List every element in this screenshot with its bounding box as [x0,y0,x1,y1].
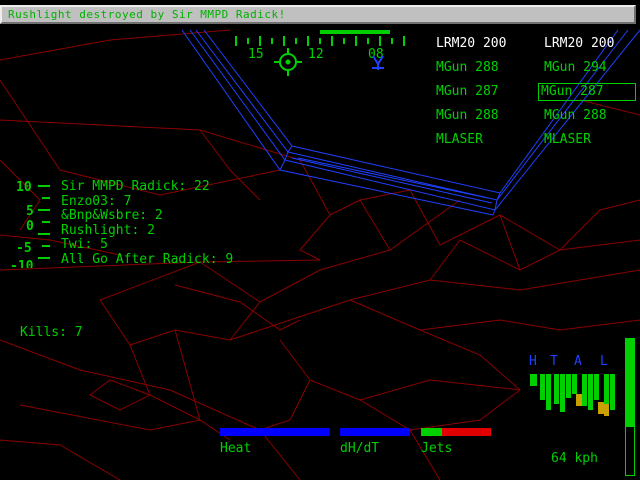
game-screen[interactable]: { "message_bar": {"text": "Rushlight des… [0,0,640,480]
damage-label-l: L [600,354,608,369]
scoreboard-entry: Twi: 5 [61,237,108,252]
weapon-right-4: MLASER [544,132,591,147]
throttle-gauge [625,338,635,476]
compass-label-15: 15 [248,47,264,62]
compass-heading-bar [320,30,390,34]
heat-label: Heat [220,441,252,456]
kills-counter: Kills: 7 [20,325,83,340]
weapon-left-0: LRM20 200 [436,36,507,51]
weapon-right-0: LRM20 200 [544,36,615,51]
damage-label-h: H [529,354,537,369]
pitch-label-5: 5 [26,204,34,219]
weapon-right-1: MGun 294 [544,60,607,75]
jets-fill [421,428,442,436]
dhdt-bar [340,428,410,436]
compass-strip: 15 12 08 [235,30,405,76]
throttle-fill [626,339,634,427]
weapon-left-4: MLASER [436,132,483,147]
pitch-label-0: 0 [26,219,34,234]
reticle-icon [274,48,302,76]
kill-message: Rushlight destroyed by Sir MMPD Radick! [8,8,286,21]
scoreboard-entry: Sir MMPD Radick: 22 [61,179,210,194]
scoreboard-entry: All Go After Radick: 9 [61,251,234,267]
weapon-left-2: MGun 287 [436,84,499,99]
pitch-label-10: 10 [16,180,32,195]
scoreboard-entry: Rushlight: 2 [61,222,155,238]
scoreboard-entry: Enzo03: 7 [61,193,132,209]
speed-readout: 64 kph [551,451,598,466]
scoreboard-entry: &Bnp&Wsbre: 2 [61,208,163,223]
weapon-left-1: MGun 288 [436,60,499,75]
damage-label-a: A [574,354,582,369]
damage-bars [530,374,615,416]
pitch-label-neg5: -5 [16,241,32,256]
damage-label-t: T [550,354,558,369]
compass-label-12: 12 [308,47,324,62]
weapon-right-2: MGun 287 [538,83,636,101]
dhdt-label: dH/dT [340,441,380,456]
pitch-label-neg10: -10 [10,260,34,268]
heat-bar [220,428,330,436]
weapon-right-3: MGun 288 [544,108,607,123]
compass-ticks [235,36,405,46]
jets-label: Jets [421,441,453,456]
message-bar: Rushlight destroyed by Sir MMPD Radick! [0,5,636,24]
weapon-left-3: MGun 288 [436,108,499,123]
jets-bar [421,428,491,436]
